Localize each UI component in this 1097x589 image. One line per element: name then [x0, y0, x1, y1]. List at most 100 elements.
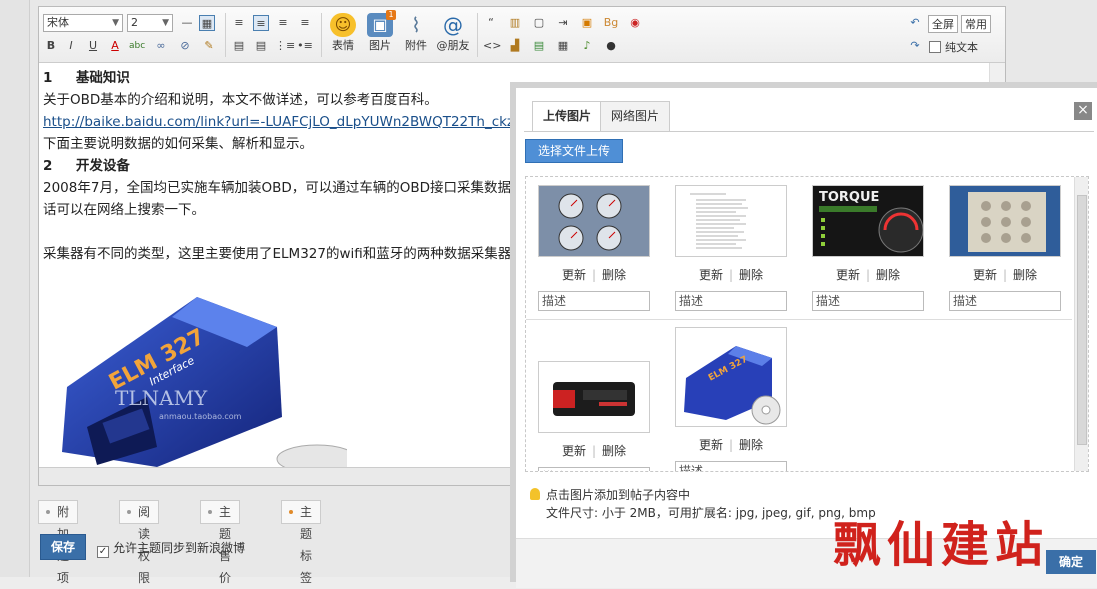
tab-upload-image[interactable]: 上传图片	[532, 101, 603, 132]
option-label: 主题标签	[300, 505, 313, 585]
delete-link[interactable]: 删除	[739, 268, 763, 282]
hide-icon[interactable]: ▥	[507, 15, 523, 31]
chevron-down-icon: ▼	[162, 18, 169, 28]
image-thumbnail-document[interactable]	[675, 185, 787, 257]
paragraph: 2008年7月，全国均已实施车辆加装OBD，可以通过车辆的OBD接口采集数据	[43, 180, 512, 196]
toolbar-divider	[225, 13, 226, 57]
save-button[interactable]: 保存	[40, 534, 86, 560]
description-input[interactable]: 描述	[812, 291, 924, 311]
qq-icon[interactable]: ◉	[627, 15, 643, 31]
delete-link[interactable]: 删除	[602, 268, 626, 282]
align-left-icon[interactable]: ≡	[231, 15, 247, 31]
update-link[interactable]: 更新	[699, 438, 723, 452]
sync-weibo-option[interactable]: ✓ 允许主题同步到新浪微博	[97, 539, 245, 558]
link-icon[interactable]: ∞	[153, 38, 169, 54]
align-justify-icon[interactable]: ≡	[297, 15, 313, 31]
option-extra[interactable]: 附加选项	[38, 500, 79, 585]
undo-icon[interactable]: ↶	[907, 15, 923, 31]
option-tags[interactable]: 主题标签	[281, 500, 322, 585]
update-link[interactable]: 更新	[562, 444, 586, 458]
plaintext-checkbox[interactable]	[929, 41, 941, 53]
unlink-icon[interactable]: ⊘	[177, 38, 193, 54]
attachment-button[interactable]: ⌇ 附件	[401, 13, 431, 53]
option-price[interactable]: 主题售价	[200, 500, 241, 585]
table-icon[interactable]: ▦	[199, 15, 215, 31]
video-icon[interactable]: ●	[603, 38, 619, 54]
image-button[interactable]: ▣ 1 图片	[365, 10, 396, 53]
description-input[interactable]: 描述	[949, 291, 1061, 311]
underline-button[interactable]: U	[85, 38, 101, 54]
update-link[interactable]: 更新	[973, 268, 997, 282]
scrollbar-thumb[interactable]	[1077, 195, 1087, 445]
highlight-icon[interactable]: abc	[129, 38, 145, 54]
float-right-icon[interactable]: ▤	[253, 38, 269, 54]
bullet-icon	[289, 510, 293, 514]
confirm-button[interactable]: 确定	[1046, 550, 1096, 574]
align-center-icon[interactable]: ≡	[253, 15, 269, 31]
upload-hint: 点击图片添加到帖子内容中 文件尺寸: 小于 2MB，可用扩展名: jpg, jp…	[530, 486, 876, 522]
italic-button[interactable]: I	[63, 38, 79, 54]
grid-scrollbar[interactable]	[1074, 177, 1088, 471]
update-link[interactable]: 更新	[836, 268, 860, 282]
delete-link[interactable]: 删除	[1013, 268, 1037, 282]
watermark-url-text: anmaou.taobao.com	[159, 412, 242, 421]
table-grid-icon[interactable]: ▦	[555, 38, 571, 54]
code-icon[interactable]: <>	[483, 38, 501, 54]
horizontal-rule-icon[interactable]: —	[179, 15, 195, 31]
delete-link[interactable]: 删除	[739, 438, 763, 452]
plaintext-toggle[interactable]: 纯文本	[929, 39, 978, 55]
close-icon[interactable]: ×	[1074, 102, 1092, 120]
image-thumbnail-elm327[interactable]: ELM 327	[675, 327, 787, 427]
bullet-icon	[208, 510, 212, 514]
music-icon[interactable]: ♪	[579, 38, 595, 54]
image-item: 更新 | 删除 描述	[675, 185, 787, 311]
editor-content[interactable]: 1 基础知识 关于OBD基本的介绍和说明，本文不做详述，可以参考百度百科。 ht…	[43, 67, 514, 265]
fullscreen-button[interactable]: 全屏	[928, 15, 958, 33]
font-name-select[interactable]: 宋体 ▼	[43, 14, 123, 32]
description-input[interactable]: 描述	[675, 461, 787, 471]
update-link[interactable]: 更新	[699, 268, 723, 282]
separator: |	[591, 444, 597, 458]
common-button[interactable]: 常用	[961, 15, 991, 33]
emoji-button[interactable]: ☺ 表情	[327, 13, 359, 53]
bold-button[interactable]: B	[43, 38, 59, 54]
obd-adapter-image[interactable]: ELM 327 Interface TLNAMY anmaou.taobao.c…	[47, 277, 347, 467]
chevron-down-icon: ▼	[112, 18, 119, 28]
delete-link[interactable]: 删除	[876, 268, 900, 282]
file-info-text: 文件尺寸: 小于 2MB，可用扩展名: jpg, jpeg, gif, png,…	[546, 506, 876, 520]
image-actions: 更新 | 删除	[675, 266, 787, 282]
redo-icon[interactable]: ↷	[907, 38, 923, 54]
option-read-permission[interactable]: 阅读权限	[119, 500, 160, 585]
font-color-button[interactable]: A	[107, 38, 123, 54]
tab-network-image[interactable]: 网络图片	[600, 101, 671, 131]
indent-icon[interactable]: ⇥	[555, 15, 571, 31]
image-thumbnail-gauges[interactable]	[538, 185, 650, 257]
bullet-list-icon[interactable]: •≡	[297, 38, 313, 54]
lock-icon[interactable]: ▟	[507, 38, 523, 54]
ordered-list-icon[interactable]: ⋮≡	[275, 38, 295, 54]
media-icon[interactable]: ▤	[531, 38, 547, 54]
site-watermark: 飘仙建站	[833, 517, 1050, 573]
description-input[interactable]: 描述	[538, 291, 650, 311]
clear-format-icon[interactable]: ✎	[201, 38, 217, 54]
flash-icon[interactable]: ▣	[579, 15, 595, 31]
content-link[interactable]: http://baike.baidu.com/link?url=-LUAFCjL…	[43, 111, 514, 133]
description-input[interactable]: 描述	[675, 291, 787, 311]
font-size-select[interactable]: 2 ▼	[127, 14, 173, 32]
float-left-icon[interactable]: ▤	[231, 38, 247, 54]
separator: |	[591, 268, 597, 282]
image-thumbnail-torque[interactable]: TORQUE	[812, 185, 924, 257]
select-file-button[interactable]: 选择文件上传	[525, 139, 623, 163]
image-thumbnail-wifi-adapter[interactable]	[538, 361, 650, 433]
mention-button[interactable]: @ @朋友	[435, 13, 471, 53]
update-link[interactable]: 更新	[562, 268, 586, 282]
sync-checkbox[interactable]: ✓	[97, 546, 109, 558]
align-right-icon[interactable]: ≡	[275, 15, 291, 31]
delete-link[interactable]: 删除	[602, 444, 626, 458]
free-icon[interactable]: ▢	[531, 15, 547, 31]
bg-icon[interactable]: Bg	[603, 15, 619, 31]
image-thumbnail-board[interactable]	[949, 185, 1061, 257]
description-input[interactable]: 描述	[538, 467, 650, 471]
quote-icon[interactable]: “	[483, 15, 499, 31]
